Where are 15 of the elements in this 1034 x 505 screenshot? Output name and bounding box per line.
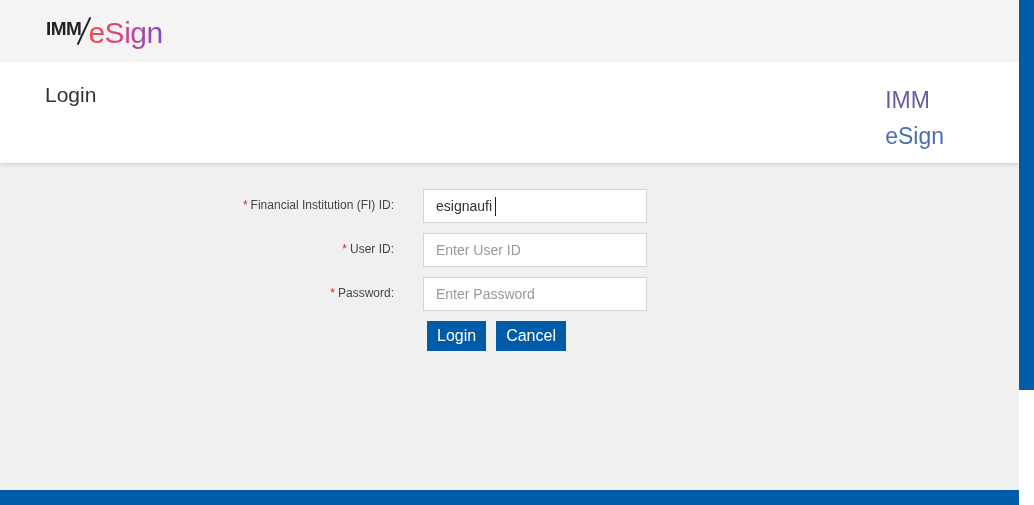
- login-button[interactable]: Login: [427, 321, 487, 351]
- page-title: Login: [45, 83, 97, 108]
- input-field[interactable]: Enter User ID: [424, 234, 646, 266]
- field-label: * Financial Institution (FI) ID:: [241, 197, 394, 214]
- brand-logo: IMM eSign: [46, 15, 163, 50]
- required-mark: *: [330, 286, 335, 300]
- brand-text: IMM: [885, 86, 931, 115]
- required-mark: *: [342, 242, 347, 256]
- brand-text: eSign: [885, 122, 944, 151]
- input-field[interactable]: esignaufi: [424, 190, 646, 222]
- field-label: * User ID:: [341, 241, 394, 258]
- required-mark: *: [242, 198, 248, 212]
- cancel-button[interactable]: Cancel: [496, 321, 566, 351]
- field-label: * Password:: [329, 285, 394, 302]
- input-field[interactable]: Enter Password: [424, 278, 646, 310]
